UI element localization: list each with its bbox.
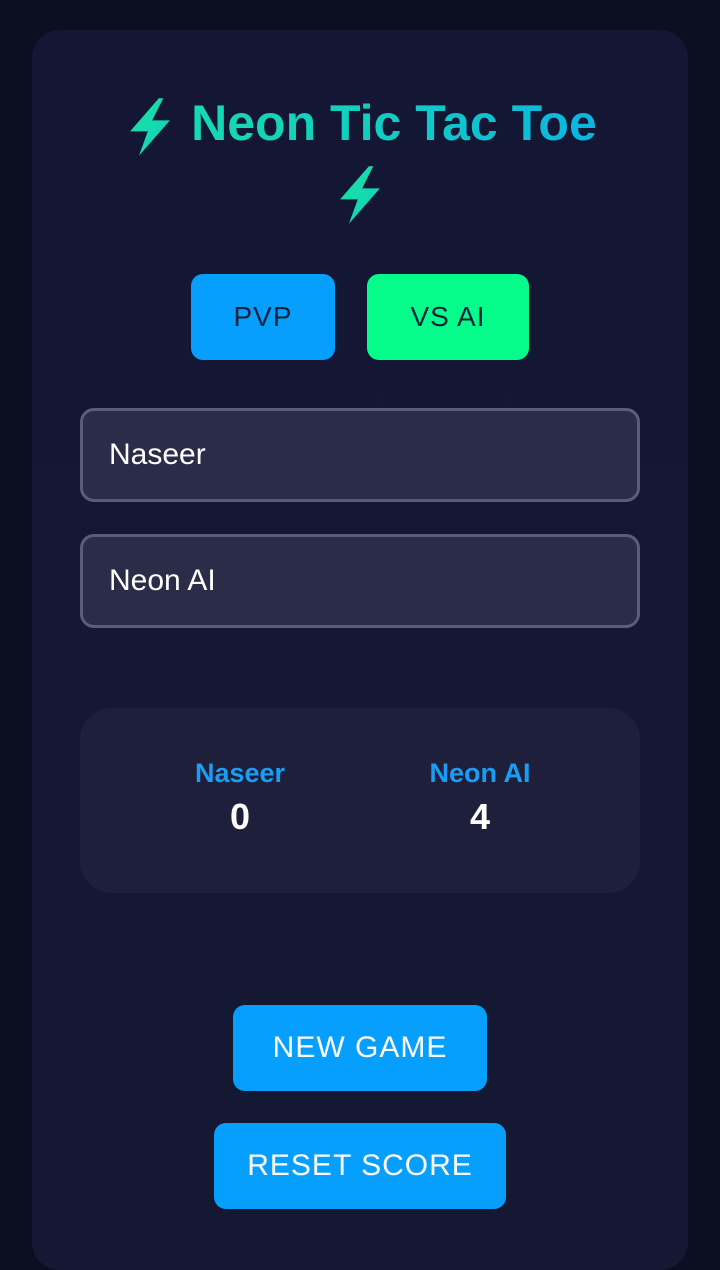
player1-score-panel: Naseer 0 bbox=[140, 756, 340, 840]
player2-score-value: 4 bbox=[469, 796, 491, 837]
title-text: Neon Tic Tac Toe bbox=[191, 95, 597, 151]
lightning-bolt-icon bbox=[130, 98, 171, 156]
player1-score-value: 0 bbox=[229, 796, 251, 837]
pvp-mode-button[interactable]: PVP bbox=[191, 274, 335, 360]
page-title: Neon Tic Tac Toe bbox=[0, 90, 720, 226]
player1-score-name: Naseer bbox=[194, 758, 286, 788]
reset-score-button[interactable]: RESET SCORE bbox=[214, 1123, 506, 1209]
scoreboard: Naseer 0 Neon AI 4 bbox=[80, 708, 640, 893]
player2-score-name: Neon AI bbox=[429, 758, 531, 788]
lightning-bolt-icon bbox=[340, 165, 380, 224]
new-game-button[interactable]: NEW GAME bbox=[233, 1005, 487, 1091]
player1-name-input[interactable] bbox=[80, 408, 640, 502]
player2-name-input[interactable] bbox=[80, 534, 640, 628]
vs-ai-mode-button[interactable]: VS AI bbox=[367, 274, 529, 360]
player2-score-panel: Neon AI 4 bbox=[380, 756, 580, 840]
